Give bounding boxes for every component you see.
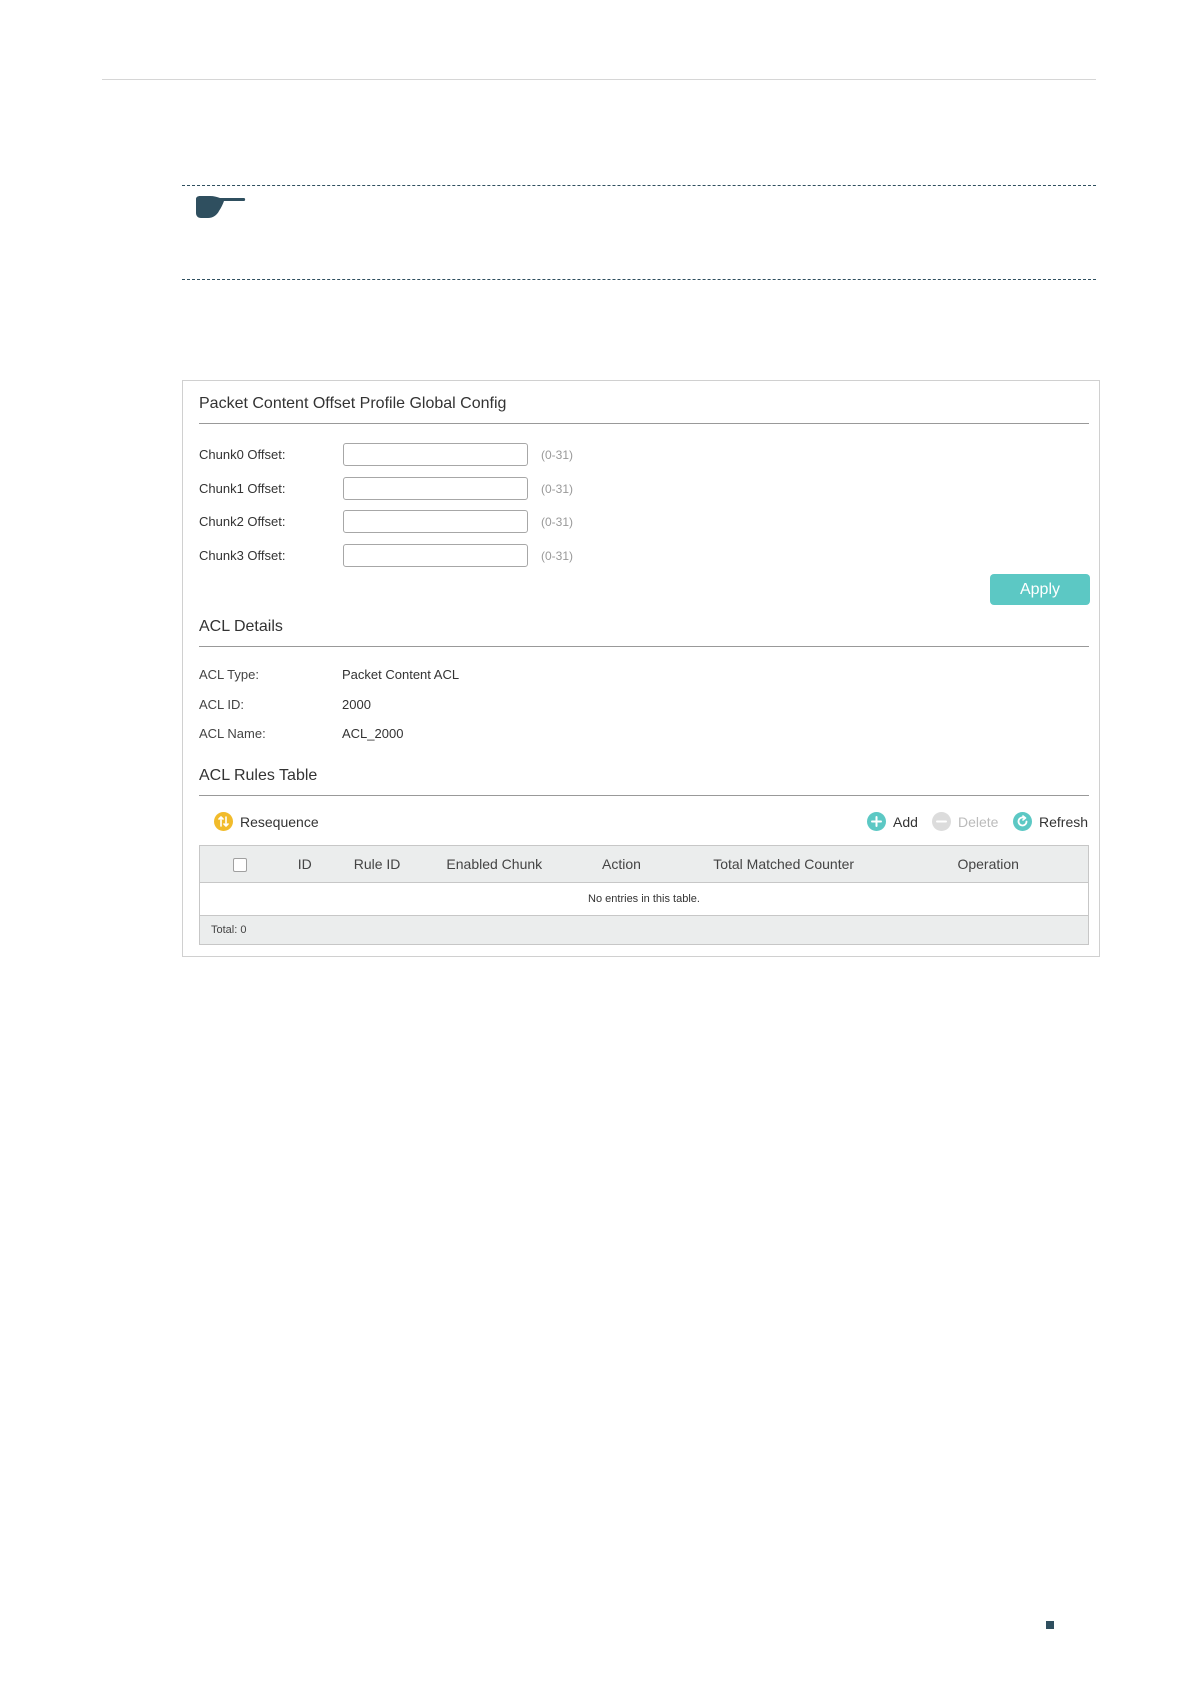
add-icon	[867, 812, 886, 831]
add-label: Add	[893, 813, 918, 830]
acl-id-label: ACL ID:	[199, 697, 245, 712]
refresh-button[interactable]: Refresh	[1013, 812, 1088, 831]
acl-id-value: 2000	[342, 697, 371, 712]
pointing-hand-icon	[196, 196, 246, 218]
delete-label: Delete	[958, 813, 999, 830]
table-total: Total: 0	[199, 915, 1089, 945]
note-top-divider	[182, 185, 1096, 186]
chunk2-offset-hint: (0-31)	[541, 515, 574, 529]
chunk3-offset-label: Chunk3 Offset:	[199, 548, 286, 563]
chunk2-offset-input[interactable]	[343, 510, 528, 533]
acl-rules-table-title: ACL Rules Table	[199, 767, 318, 784]
delete-icon	[932, 812, 951, 831]
table-header-row: ID Rule ID Enabled Chunk Action Total Ma…	[198, 845, 1090, 883]
select-all-checkbox[interactable]	[232, 858, 247, 873]
acl-config-panel: Packet Content Offset Profile Global Con…	[182, 380, 1100, 957]
select-all-column	[198, 845, 280, 883]
chunk0-offset-input[interactable]	[343, 443, 528, 466]
column-total-matched-counter[interactable]: Total Matched Counter	[678, 845, 889, 883]
note-bottom-divider	[182, 279, 1096, 280]
refresh-label: Refresh	[1039, 813, 1089, 830]
acl-type-label: ACL Type:	[199, 667, 259, 682]
column-rule-id[interactable]: Rule ID	[329, 845, 425, 883]
acl-name-value: ACL_2000	[342, 726, 404, 741]
column-operation: Operation	[888, 845, 1090, 883]
chunk1-offset-hint: (0-31)	[541, 482, 574, 496]
chunk0-offset-hint: (0-31)	[541, 448, 574, 462]
global-config-title: Packet Content Offset Profile Global Con…	[199, 395, 507, 412]
acl-details-title: ACL Details	[199, 618, 283, 635]
acl-rules-table: ID Rule ID Enabled Chunk Action Total Ma…	[198, 845, 1090, 945]
empty-message: No entries in this table.	[199, 882, 1089, 916]
empty-row: No entries in this table.	[199, 882, 1089, 916]
acl-name-label: ACL Name:	[199, 726, 266, 741]
acl-rules-table-divider	[199, 795, 1089, 796]
chunk2-offset-label: Chunk2 Offset:	[199, 514, 286, 529]
resequence-button[interactable]: Resequence	[214, 812, 319, 831]
total-row: Total: 0	[199, 915, 1089, 945]
delete-button[interactable]: Delete	[932, 812, 998, 831]
chunk3-offset-hint: (0-31)	[541, 549, 574, 563]
acl-details-divider	[199, 646, 1089, 647]
chunk1-offset-label: Chunk1 Offset:	[199, 481, 286, 496]
column-id[interactable]: ID	[279, 845, 330, 883]
column-action[interactable]: Action	[564, 845, 679, 883]
refresh-icon	[1013, 812, 1032, 831]
chunk0-offset-label: Chunk0 Offset:	[199, 447, 286, 462]
acl-type-value: Packet Content ACL	[342, 667, 460, 682]
column-enabled-chunk[interactable]: Enabled Chunk	[424, 845, 565, 883]
add-button[interactable]: Add	[867, 812, 918, 831]
resequence-label: Resequence	[240, 813, 319, 830]
page-header-rule	[102, 79, 1096, 80]
resequence-icon	[214, 812, 233, 831]
apply-button[interactable]: Apply	[990, 574, 1090, 605]
global-config-divider	[199, 423, 1089, 424]
chunk3-offset-input[interactable]	[343, 544, 528, 567]
chunk1-offset-input[interactable]	[343, 477, 528, 500]
page-marker	[1046, 1621, 1054, 1629]
